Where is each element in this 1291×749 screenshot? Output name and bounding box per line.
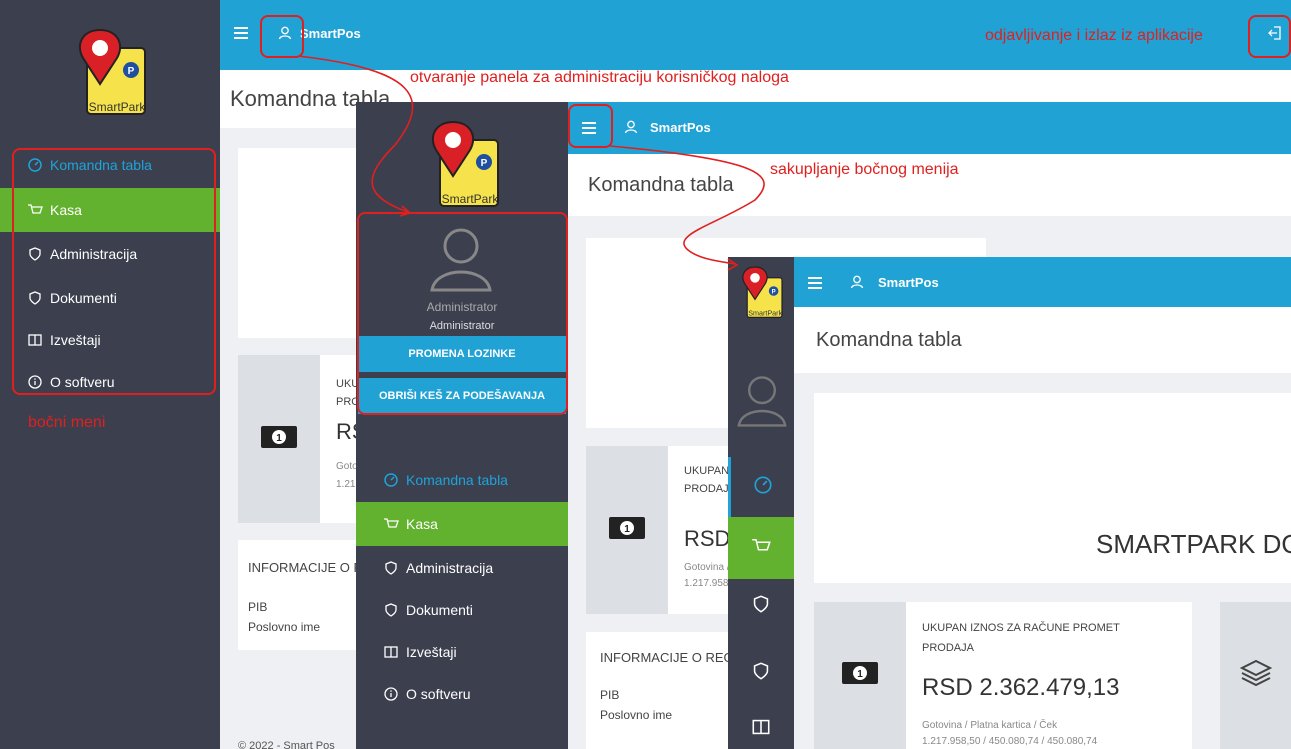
logo: P SmartPark [734,261,788,321]
sidebar: P SmartPark Administrator Administrator … [356,102,568,749]
annotation-logout: odjavljivanje i izlaz iz aplikacije [985,27,1203,44]
user-icon[interactable] [624,120,638,139]
payment-values: 1.217.958,50 / 450.080,74 / 450.080,74 [922,736,1098,747]
user-icon[interactable] [850,275,864,294]
page-title: Komandna tabla [816,329,962,351]
shield-icon [752,661,770,685]
content-area: Komandna tabla SMARTPARK DOO 1 UKUPAN IZ… [794,307,1291,749]
page-header: Komandna tabla [794,307,1291,373]
svg-text:1: 1 [276,433,282,444]
app-name: SmartPos [300,26,361,41]
annotation-open-admin: otvaranje panela za administraciju koris… [410,69,789,86]
sidebar-item-izvestaji[interactable] [728,709,794,749]
svg-text:P: P [128,66,135,77]
stat-icon-panel: 1 [814,602,906,749]
pib-label: PIB [600,688,620,702]
banner-card: SMARTPARK DOO [814,393,1291,583]
layers-icon [1239,657,1272,694]
sidebar-item-komandna-tabla[interactable]: Komandna tabla [356,460,568,500]
svg-text:1: 1 [624,524,630,535]
callout-logout [1248,15,1291,58]
shield-icon [752,594,770,618]
sidebar-item-dokumenti[interactable] [728,651,794,695]
sidebar-item-kasa[interactable] [728,517,794,579]
logo-text: SmartPark [442,192,500,206]
stat-icon-panel: 1 [238,355,320,523]
topbar: SmartPos [568,102,1291,154]
footer: © 2022 - Smart Pos [238,740,335,749]
money-icon: 1 [841,661,879,690]
sidebar-item-label: Izveštaji [406,644,457,660]
shield-icon [376,561,406,575]
annotation-side-menu: bočni meni [28,414,106,431]
business-name-label: Poslovno ime [248,620,321,634]
stat-icon-panel-2 [1220,602,1291,749]
logo: P SmartPark [65,20,155,120]
stat-label: UKUPAN IZNOS ZA RAČUNE PROMET PRODAJA [922,622,1120,654]
app-name: SmartPos [878,275,939,290]
hamburger-icon[interactable] [808,276,822,294]
svg-text:1: 1 [857,669,863,680]
hamburger-icon[interactable] [234,26,248,44]
cart-icon [376,517,406,531]
layer-collapsed: P SmartPark SmartPos Komandna tabla SMAR… [728,257,1291,749]
logo-text: SmartPark [89,100,147,114]
sidebar-item-label: Administracija [406,560,494,576]
sidebar-item-label: Komandna tabla [406,472,508,488]
payment-methods: Gotovina / Platna kartica / Ček [922,720,1058,731]
stat-icon-panel: 1 [586,446,668,614]
shield-icon [376,603,406,617]
app-name: SmartPos [650,120,711,135]
stat-value: RSD 2.362.479,13 [922,674,1120,701]
logo: P SmartPark [418,112,508,212]
book-icon [376,645,406,659]
sidebar-item-label: O softveru [406,686,471,702]
money-icon: 1 [260,425,298,454]
svg-text:P: P [481,158,488,169]
sidebar-item-label: Kasa [406,516,438,532]
svg-text:P: P [772,289,776,295]
annotation-collapse-menu: sakupljanje bočnog menija [770,161,959,178]
callout-hamburger [568,104,613,148]
money-icon: 1 [608,516,646,545]
info-icon [376,687,406,701]
callout-user-panel [357,212,568,415]
page-title: Komandna tabla [588,174,734,196]
stat-card: UKUPAN IZNOS ZA RAČUNE PROMET PRODAJA RS… [906,602,1192,749]
banner-text: SMARTPARK DOO [1096,529,1291,559]
sidebar-item-o-softveru[interactable]: O softveru [356,672,568,716]
gauge-icon [376,473,406,487]
cart-icon [751,537,771,560]
sidebar-item-label: Dokumenti [406,602,473,618]
book-icon [752,718,770,741]
sidebar-item-izvestaji[interactable]: Izveštaji [356,630,568,674]
callout-user-icon [260,15,304,58]
topbar: SmartPos [794,257,1291,307]
sidebar-item-dokumenti[interactable]: Dokumenti [356,588,568,632]
pib-label: PIB [248,600,268,614]
logo-text: SmartPark [748,309,782,318]
sidebar-item-komandna-tabla[interactable] [728,457,794,517]
gauge-icon [753,475,772,499]
sidebar-item-kasa[interactable]: Kasa [356,502,568,546]
callout-side-menu [12,148,216,395]
sidebar-item-administracija[interactable] [728,579,794,633]
avatar [734,369,790,434]
business-name-label: Poslovno ime [600,708,673,722]
sidebar-item-administracija[interactable]: Administracija [356,546,568,590]
sidebar-collapsed: P SmartPark [728,257,794,749]
